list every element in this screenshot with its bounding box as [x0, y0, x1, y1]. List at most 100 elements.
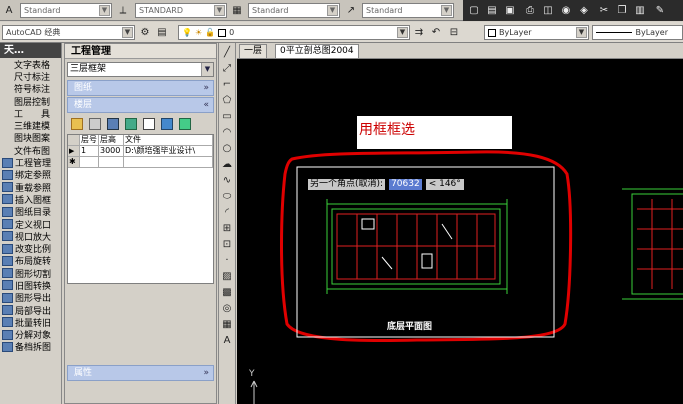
make-current-layer-icon[interactable]: ⇉ — [412, 25, 426, 39]
menu-item[interactable]: 视口放大 — [0, 230, 61, 243]
mleader-style-value: Standard — [366, 6, 403, 15]
publish-icon[interactable]: ◉ — [559, 3, 573, 17]
menu-item[interactable]: 绑定参照 — [0, 169, 61, 181]
chevron-down-icon: ▼ — [576, 27, 587, 38]
table-icon[interactable]: ▦ — [220, 317, 234, 331]
paste-icon[interactable]: ▥ — [633, 3, 647, 17]
workspace-settings-icon[interactable]: ⚙ — [138, 25, 152, 39]
properties-section-header[interactable]: 属性 » — [67, 365, 214, 381]
floors-section-header[interactable]: 楼层 « — [67, 97, 214, 113]
cell-floor-no[interactable] — [80, 157, 99, 167]
mtext-icon[interactable]: A — [220, 333, 234, 347]
dim-style-icon[interactable]: ⟂ — [116, 3, 130, 17]
mleader-style-icon[interactable]: ↗ — [344, 3, 358, 17]
layer-select[interactable]: 💡 ☀ 🔓 0 ▼ — [178, 25, 410, 40]
menu-item[interactable]: 分解对象 — [0, 329, 61, 341]
menu-item[interactable]: 三维建模 — [0, 119, 61, 132]
3d-model-icon[interactable] — [179, 118, 191, 130]
tab-first-floor[interactable]: 一层 — [239, 44, 268, 58]
project-select[interactable]: 三层框架 ▼ — [67, 62, 214, 77]
chevron-down-icon: ▼ — [441, 5, 452, 16]
drawings-section-header[interactable]: 图纸 » — [67, 80, 214, 96]
make-block-icon[interactable]: ⊡ — [220, 237, 234, 251]
menu-item[interactable]: 批量转旧 — [0, 316, 61, 329]
open-folder-icon[interactable] — [71, 118, 83, 130]
menu-item[interactable]: 定义视口 — [0, 218, 61, 231]
polygon-icon[interactable]: ⬠ — [220, 93, 234, 107]
hatch-icon[interactable]: ▨ — [220, 269, 234, 283]
arc-icon[interactable]: ◠ — [220, 125, 234, 139]
layer-state-icon[interactable]: ⊟ — [447, 25, 461, 39]
menu-item[interactable]: 符号标注 — [0, 83, 61, 95]
preview-icon[interactable]: ◫ — [541, 3, 555, 17]
circle-icon[interactable]: ○ — [220, 141, 234, 155]
table-row[interactable]: ▶ 1 3000 D:\颜培强毕业设计\ — [68, 146, 213, 157]
angle-value-input[interactable]: < 146° — [425, 179, 464, 190]
mleader-style-select[interactable]: Standard ▼ — [362, 3, 454, 18]
cell-file[interactable] — [124, 157, 213, 167]
ellipse-arc-icon[interactable]: ◜ — [220, 205, 234, 219]
insert-block-icon[interactable]: ⊞ — [220, 221, 234, 235]
workspace-select[interactable]: AutoCAD 经典 ▼ — [2, 25, 135, 40]
text-style-select[interactable]: Standard ▼ — [20, 3, 112, 18]
menu-item[interactable]: 工程管理 — [0, 156, 61, 169]
menu-item[interactable]: 图形导出 — [0, 292, 61, 304]
cell-file[interactable]: D:\颜培强毕业设计\ — [124, 146, 213, 156]
menu-item[interactable]: 图形切割 — [0, 267, 61, 280]
menu-item[interactable]: 备档拆图 — [0, 341, 61, 353]
3d-dwf-icon[interactable]: ◈ — [577, 3, 591, 17]
cell-floor-no[interactable]: 1 — [80, 146, 99, 156]
table-style-select[interactable]: Standard ▼ — [248, 3, 340, 18]
menu-item[interactable]: 文字表格 — [0, 58, 61, 71]
line-icon[interactable]: ╱ — [220, 45, 234, 59]
menu-item[interactable]: 工 具 — [0, 107, 61, 120]
point-icon[interactable]: · — [220, 253, 234, 267]
save-icon[interactable]: ▣ — [503, 3, 517, 17]
copy-icon[interactable]: ❐ — [615, 3, 629, 17]
prompt-value-input[interactable]: 70632 — [389, 179, 422, 190]
drawing-canvas[interactable]: 用框框选 另一个角点(取消): 70632 < 146° 底层平面图 Y — [237, 59, 683, 404]
menu-item[interactable]: 图纸目录 — [0, 206, 61, 218]
gradient-icon[interactable]: ▩ — [220, 285, 234, 299]
cell-floor-height[interactable]: 3000 — [99, 146, 124, 156]
menu-item[interactable]: 改变比例 — [0, 242, 61, 255]
merge-floors-icon[interactable] — [161, 118, 173, 130]
menu-item[interactable]: 文件布图 — [0, 144, 61, 157]
menu-item[interactable]: 重载参照 — [0, 181, 61, 194]
menu-item[interactable]: 插入图框 — [0, 193, 61, 206]
table-style-value: Standard — [252, 6, 289, 15]
region-icon[interactable]: ◎ — [220, 301, 234, 315]
table-style-icon[interactable]: ▦ — [230, 3, 244, 17]
dim-style-select[interactable]: STANDARD ▼ — [135, 3, 227, 18]
layer-manager-icon[interactable]: ▤ — [155, 25, 169, 39]
menu-item[interactable]: 图块图案 — [0, 132, 61, 144]
open-file-icon[interactable]: ▤ — [485, 3, 499, 17]
spline-icon[interactable]: ∿ — [220, 173, 234, 187]
menu-item[interactable]: 局部导出 — [0, 304, 61, 317]
chevron-down-icon: ▼ — [122, 27, 133, 38]
revcloud-icon[interactable]: ☁ — [220, 157, 234, 171]
ellipse-icon[interactable]: ⬭ — [220, 189, 234, 203]
cell-floor-height[interactable] — [99, 157, 124, 167]
section-icon[interactable] — [143, 118, 155, 130]
tab-general-drawing[interactable]: 0平立剖总图2004 — [275, 44, 359, 58]
polyline-icon[interactable]: ⌐ — [220, 77, 234, 91]
text-style-icon[interactable]: A — [2, 3, 16, 17]
menu-item[interactable]: 布局旋转 — [0, 255, 61, 267]
menu-item[interactable]: 尺寸标注 — [0, 70, 61, 83]
new-file-icon[interactable]: ▢ — [467, 3, 481, 17]
print-icon[interactable]: ⎙ — [523, 3, 537, 17]
table-row[interactable]: ✱ — [68, 157, 213, 168]
layer-previous-icon[interactable]: ↶ — [429, 25, 443, 39]
cut-icon[interactable]: ✂ — [597, 3, 611, 17]
construction-line-icon[interactable]: ⤢ — [220, 61, 234, 75]
color-select[interactable]: ByLayer ▼ — [484, 25, 589, 40]
linetype-select[interactable]: ByLayer — [592, 25, 683, 40]
floor-table-icon[interactable] — [89, 118, 101, 130]
rectangle-icon[interactable]: ▭ — [220, 109, 234, 123]
elevation-icon[interactable] — [125, 118, 137, 130]
match-properties-icon[interactable]: ✎ — [653, 3, 667, 17]
build-model-icon[interactable] — [107, 118, 119, 130]
menu-item[interactable]: 旧图转换 — [0, 279, 61, 292]
menu-item[interactable]: 图层控制 — [0, 95, 61, 108]
